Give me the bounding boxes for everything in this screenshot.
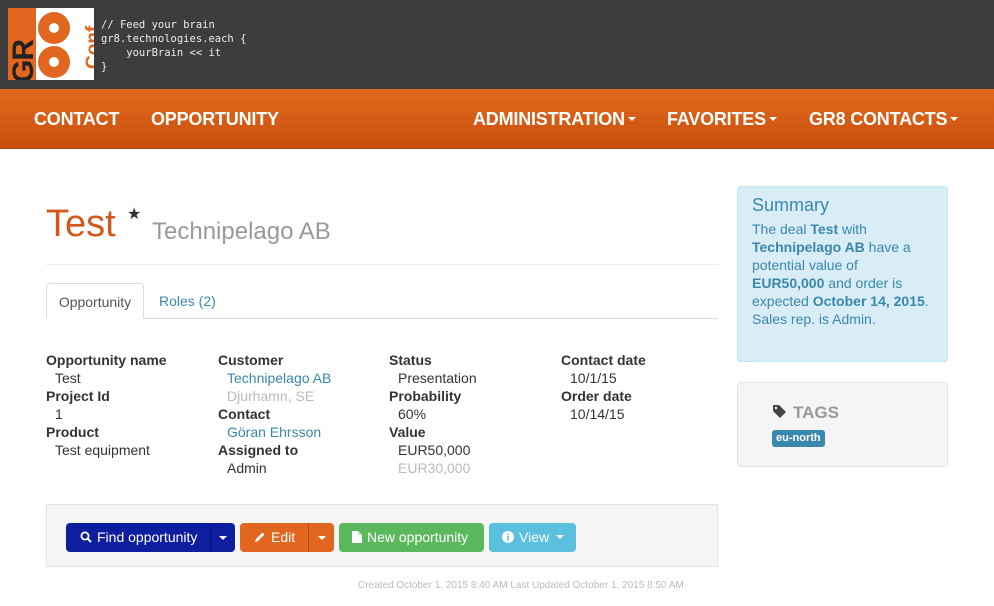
product-value: Test equipment [55, 442, 150, 458]
tags-panel: TAGS eu-north [737, 382, 948, 467]
project-id-value: 1 [55, 406, 63, 422]
nav-administration[interactable]: ADMINISTRATION [473, 89, 636, 149]
summary-text: The deal Test with Technipelago AB have … [752, 221, 929, 327]
probability-value: 60% [398, 406, 427, 422]
summary-heading: Summary [752, 195, 830, 215]
banner-code: // Feed your brain gr8.technologies.each … [101, 19, 247, 73]
find-opportunity-button-group: Find opportunity [66, 523, 235, 552]
file-icon [352, 531, 362, 543]
value-amount: EUR50,000 [398, 442, 471, 458]
opportunity-name-label: Opportunity name [46, 352, 167, 368]
pencil-icon [255, 532, 265, 542]
customer-link[interactable]: Technipelago AB [218, 369, 331, 387]
contact-link[interactable]: Göran Ehrsson [218, 423, 331, 441]
tab-roles[interactable]: Roles (2) [146, 283, 229, 319]
contact-date-label: Contact date [561, 352, 646, 368]
tags-icon [773, 405, 786, 418]
caret-down-icon [219, 536, 227, 541]
page-subtitle: Technipelago AB [152, 218, 331, 245]
edit-button[interactable]: Edit [240, 523, 308, 552]
value-label: Value [389, 424, 426, 440]
contact-date-value: 10/1/15 [570, 370, 617, 386]
assigned-value: Admin [227, 460, 267, 476]
find-options-dropdown[interactable] [210, 523, 235, 552]
view-dropdown-button[interactable]: View [489, 523, 576, 552]
gr8conf-logo[interactable]: GR Conf [8, 8, 94, 80]
status-value: Presentation [398, 370, 477, 386]
actions-bar: Find opportunity Edit New opportunity Vi… [46, 504, 718, 567]
page-title: Test [46, 203, 116, 245]
assigned-label: Assigned to [218, 442, 299, 458]
nav-favorites[interactable]: FAVORITES [667, 89, 777, 149]
favorite-star-icon[interactable]: ★ [127, 204, 141, 224]
order-date-label: Order date [561, 388, 632, 404]
record-timestamps: Created October 1, 2015 8:40 AM Last Upd… [358, 580, 684, 591]
contact-label: Contact [218, 406, 271, 422]
find-opportunity-button[interactable]: Find opportunity [66, 523, 210, 552]
project-id-label: Project Id [46, 388, 110, 404]
logo-letters: GR [8, 40, 40, 80]
weighted-value: EUR30,000 [398, 460, 471, 476]
tab-opportunity[interactable]: Opportunity [46, 283, 144, 319]
customer-label: Customer [218, 352, 284, 368]
details-column-1: Opportunity name Test Project Id 1 Produ… [46, 351, 167, 459]
main-navbar: CONTACT OPPORTUNITY ADMINISTRATION FAVOR… [0, 89, 994, 149]
tags-heading: TAGS [793, 403, 839, 422]
opportunity-name-value: Test [55, 370, 81, 386]
product-label: Product [46, 424, 99, 440]
details-column-4: Contact date 10/1/15 Order date 10/14/15 [561, 351, 646, 423]
caret-down-icon [768, 117, 777, 122]
logo-suffix: Conf [83, 25, 94, 69]
probability-label: Probability [389, 388, 462, 404]
nav-gr8-contacts[interactable]: GR8 CONTACTS [809, 89, 959, 149]
edit-button-group: Edit [240, 523, 334, 552]
details-column-2: Customer Technipelago AB Djurhamn, SE Co… [218, 351, 331, 477]
summary-panel: Summary The deal Test with Technipelago … [737, 186, 948, 362]
status-label: Status [389, 352, 432, 368]
edit-options-dropdown[interactable] [308, 523, 334, 552]
customer-location: Djurhamn, SE [227, 388, 315, 404]
caret-down-icon [317, 536, 326, 541]
new-opportunity-button[interactable]: New opportunity [339, 523, 484, 552]
caret-down-icon [555, 535, 564, 540]
info-icon [502, 531, 514, 543]
search-icon [80, 531, 92, 543]
caret-down-icon [950, 117, 959, 122]
nav-opportunity[interactable]: OPPORTUNITY [151, 89, 279, 149]
order-date-value: 10/14/15 [570, 406, 625, 422]
divider [46, 264, 718, 265]
tag-label[interactable]: eu-north [772, 430, 825, 447]
details-column-3: Status Presentation Probability 60% Valu… [389, 351, 477, 477]
caret-down-icon [627, 117, 636, 122]
top-banner: GR Conf // Feed your brain gr8.technologi… [0, 0, 994, 89]
nav-contact[interactable]: CONTACT [34, 89, 119, 149]
